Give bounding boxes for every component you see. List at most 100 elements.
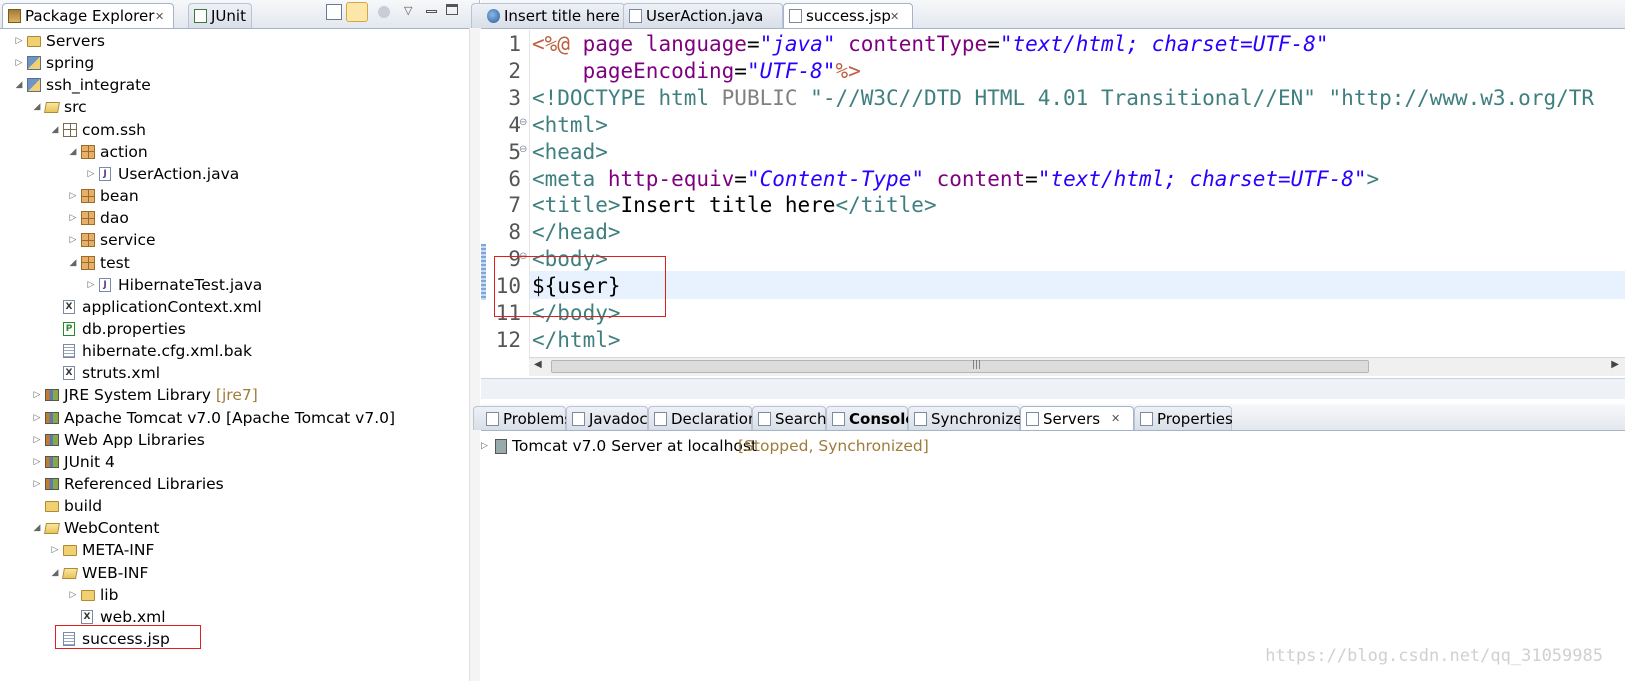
library-icon bbox=[45, 433, 59, 446]
library-icon bbox=[45, 389, 59, 402]
tab-success-jsp[interactable]: success.jsp ✕ bbox=[783, 3, 913, 28]
tree-item[interactable]: ◢ com.ssh bbox=[0, 119, 470, 141]
open-folder-icon bbox=[62, 567, 78, 579]
tab-console[interactable]: Console bbox=[826, 406, 916, 430]
maximize-icon[interactable] bbox=[446, 4, 458, 15]
tab-declaration[interactable]: Declaration bbox=[648, 406, 757, 430]
filters-icon[interactable] bbox=[378, 6, 390, 18]
tree-item[interactable]: ◢ WEB-INF bbox=[0, 562, 470, 584]
expand-arrow-icon[interactable]: ▷ bbox=[32, 429, 42, 451]
tree-item[interactable]: ▷ J HibernateTest.java bbox=[0, 274, 470, 296]
scroll-left-icon[interactable]: ◀ bbox=[534, 359, 542, 370]
tree-item[interactable]: ▷ JRE System Library [jre7] bbox=[0, 384, 470, 406]
tree-item[interactable]: ▷ Referenced Libraries bbox=[0, 473, 470, 495]
tree-item[interactable]: ◢ action bbox=[0, 141, 470, 163]
expand-arrow-icon[interactable]: ▷ bbox=[14, 52, 24, 74]
collapse-arrow-icon[interactable]: ◢ bbox=[68, 252, 78, 274]
server-status: [Stopped, Synchronized] bbox=[738, 437, 929, 455]
expand-arrow-icon[interactable]: ▷ bbox=[68, 584, 78, 606]
tree-item[interactable]: ▷ lib bbox=[0, 584, 470, 606]
tab-package-explorer[interactable]: Package Explorer ✕ bbox=[2, 3, 174, 28]
tree-item[interactable]: ◢ test bbox=[0, 252, 470, 274]
expand-arrow-icon[interactable]: ▷ bbox=[32, 384, 42, 406]
expand-arrow-icon[interactable]: ▷ bbox=[32, 451, 42, 473]
tree-item[interactable]: XapplicationContext.xml bbox=[0, 296, 470, 318]
scroll-right-icon[interactable]: ▶ bbox=[1611, 359, 1619, 370]
tab-insert-title-here[interactable]: Insert title here bbox=[471, 3, 625, 28]
collapse-arrow-icon[interactable]: ◢ bbox=[14, 74, 24, 96]
javadoc-icon bbox=[572, 412, 585, 426]
highlight-box-user-expression bbox=[494, 256, 666, 317]
java-file-icon bbox=[629, 9, 642, 23]
close-icon[interactable]: ✕ bbox=[890, 4, 899, 29]
code-line: pageEncoding="UTF-8"%> bbox=[582, 58, 861, 83]
server-icon bbox=[495, 439, 507, 454]
tree-item-label: HibernateTest.java bbox=[118, 275, 263, 294]
close-icon[interactable]: ✕ bbox=[155, 4, 164, 29]
tree-item-label: test bbox=[100, 253, 130, 272]
line-number: 6 bbox=[508, 166, 521, 191]
tree-item-label: UserAction.java bbox=[118, 164, 240, 183]
tree-item[interactable]: ◢ ssh_integrate bbox=[0, 74, 470, 96]
view-menu-icon[interactable]: ▽ bbox=[404, 4, 420, 20]
expand-arrow-icon[interactable]: ▷ bbox=[14, 30, 24, 52]
collapse-arrow-icon[interactable]: ◢ bbox=[68, 141, 78, 163]
expand-arrow-icon[interactable]: ▷ bbox=[481, 435, 488, 457]
watermark: https://blog.csdn.net/qq_31059985 bbox=[1265, 646, 1603, 666]
tree-item[interactable]: hibernate.cfg.xml.bak bbox=[0, 340, 470, 362]
expand-arrow-icon[interactable]: ▷ bbox=[32, 407, 42, 429]
tree-item[interactable]: ▷ J UserAction.java bbox=[0, 163, 470, 185]
editor-tabbar: Insert title here UserAction.java succes… bbox=[471, 0, 1625, 29]
tab-useraction-java[interactable]: UserAction.java bbox=[623, 3, 783, 28]
explorer-scroll-track[interactable] bbox=[469, 28, 480, 681]
expand-arrow-icon[interactable]: ▷ bbox=[50, 539, 60, 561]
expand-arrow-icon[interactable]: ▷ bbox=[86, 274, 96, 296]
properties-file-icon: P bbox=[63, 321, 75, 336]
tree-item-label: JUnit 4 bbox=[64, 452, 115, 471]
expand-arrow-icon[interactable]: ▷ bbox=[68, 229, 78, 251]
link-with-editor-icon[interactable] bbox=[346, 2, 368, 22]
tree-item[interactable]: build bbox=[0, 495, 470, 517]
fold-icon[interactable]: ⊖ bbox=[519, 144, 527, 155]
tab-label: success.jsp bbox=[806, 7, 891, 25]
tab-synchronize[interactable]: Synchronize bbox=[908, 406, 1022, 430]
code-editor[interactable]: 1 2 3 4 5 6 7 8 9 10 11 12 ⊖ ⊖ ⊖ <%@ page language="ja… bbox=[481, 30, 1625, 376]
xml-file-icon: X bbox=[63, 299, 75, 314]
collapse-arrow-icon[interactable]: ◢ bbox=[32, 96, 42, 118]
fold-icon[interactable]: ⊖ bbox=[519, 117, 527, 128]
tab-junit[interactable]: JUnit bbox=[188, 3, 252, 28]
package-icon bbox=[81, 255, 95, 270]
tree-item[interactable]: ▷ dao bbox=[0, 207, 470, 229]
scroll-thumb[interactable]: ||| bbox=[551, 360, 1369, 373]
tree-item[interactable]: ◢ src bbox=[0, 96, 470, 118]
tree-item-label: com.ssh bbox=[82, 120, 147, 139]
tree-item[interactable]: ▷ META-INF bbox=[0, 539, 470, 561]
minimize-icon[interactable] bbox=[426, 10, 437, 13]
browser-icon bbox=[487, 9, 500, 23]
expand-arrow-icon[interactable]: ▷ bbox=[32, 473, 42, 495]
expand-arrow-icon[interactable]: ▷ bbox=[68, 207, 78, 229]
tree-item[interactable]: ▷ Servers bbox=[0, 30, 470, 52]
tree-item[interactable]: ▷ service bbox=[0, 229, 470, 251]
horizontal-scrollbar[interactable]: ◀ ||| ▶ bbox=[529, 357, 1625, 376]
tree-item[interactable]: ▷ Apache Tomcat v7.0 [Apache Tomcat v7.0] bbox=[0, 407, 470, 429]
expand-arrow-icon[interactable]: ▷ bbox=[86, 163, 96, 185]
tree-item[interactable]: Pdb.properties bbox=[0, 318, 470, 340]
tab-javadoc[interactable]: Javadoc bbox=[566, 406, 648, 430]
close-icon[interactable]: ✕ bbox=[1111, 407, 1120, 431]
tree-item[interactable]: Xstruts.xml bbox=[0, 362, 470, 384]
tab-search[interactable]: Search bbox=[752, 406, 827, 430]
collapse-arrow-icon[interactable]: ◢ bbox=[32, 517, 42, 539]
tab-servers[interactable]: Servers ✕ bbox=[1020, 406, 1134, 430]
tree-item[interactable]: ▷ bean bbox=[0, 185, 470, 207]
tab-properties[interactable]: Properties bbox=[1134, 406, 1233, 430]
collapse-arrow-icon[interactable]: ◢ bbox=[50, 562, 60, 584]
tree-item[interactable]: ▷ spring bbox=[0, 52, 470, 74]
tree-item[interactable]: ▷ Web App Libraries bbox=[0, 429, 470, 451]
tab-problems[interactable]: Problems bbox=[473, 406, 572, 430]
expand-arrow-icon[interactable]: ▷ bbox=[68, 185, 78, 207]
collapse-all-icon[interactable] bbox=[326, 4, 342, 20]
tree-item[interactable]: ◢ WebContent bbox=[0, 517, 470, 539]
collapse-arrow-icon[interactable]: ◢ bbox=[50, 119, 60, 141]
tree-item[interactable]: ▷ JUnit 4 bbox=[0, 451, 470, 473]
